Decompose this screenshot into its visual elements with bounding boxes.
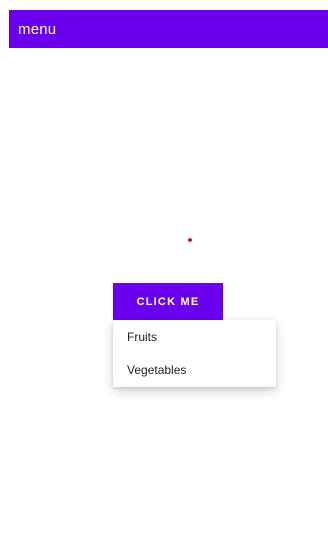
app-bar: menu	[9, 10, 328, 48]
click-me-button[interactable]: CLICK ME	[113, 283, 223, 320]
menu-item-vegetables[interactable]: Vegetables	[113, 354, 276, 388]
screen: menu CLICK ME Fruits Vegetables	[0, 0, 328, 538]
app-bar-title: menu	[18, 20, 57, 38]
menu-item-fruits[interactable]: Fruits	[113, 320, 276, 354]
popup-menu: Fruits Vegetables	[113, 320, 276, 387]
red-dot-indicator	[188, 238, 192, 242]
